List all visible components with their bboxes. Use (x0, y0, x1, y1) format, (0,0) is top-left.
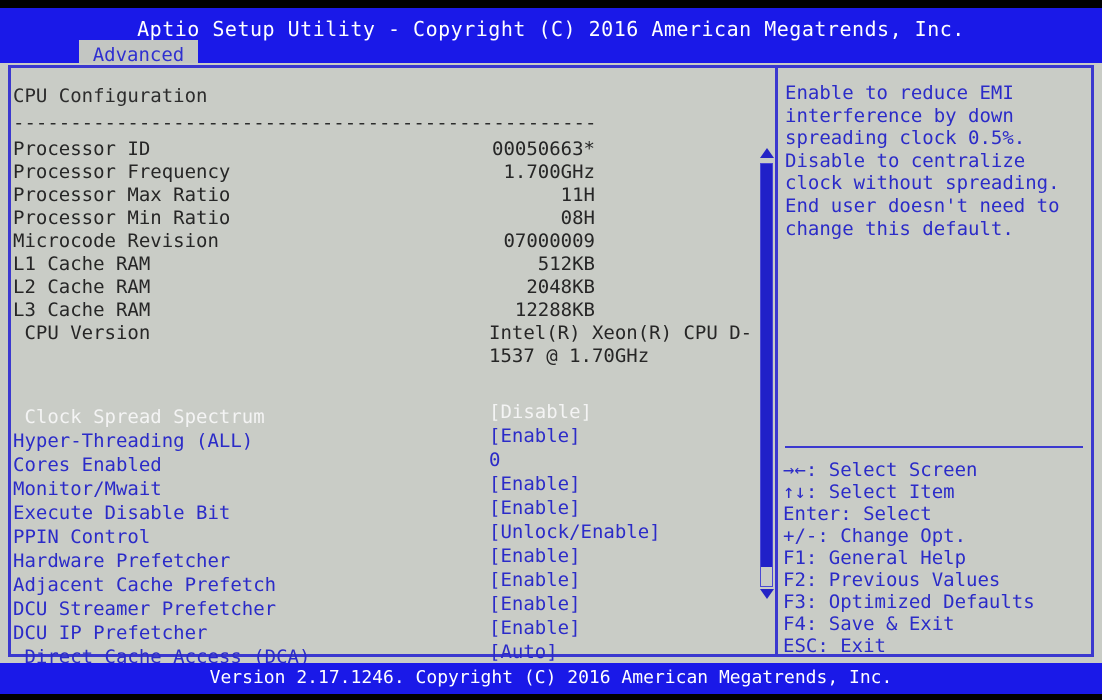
main-pane: CPU Configuration ----------------------… (11, 68, 753, 668)
info-row-value: 00050663* (492, 138, 595, 160)
setting-row-label: Hardware Prefetcher (13, 550, 231, 572)
scroll-down-arrow-icon[interactable] (760, 589, 774, 599)
cpu-version-value: 1537 @ 1.70GHz (489, 345, 650, 367)
setting-row-label: Clock Spread Spectrum (13, 406, 265, 428)
setting-row-value[interactable]: [Enable] (489, 617, 749, 639)
setting-row-value[interactable]: [Enable] (489, 569, 749, 591)
info-row: L1 Cache RAM 512KB (11, 253, 751, 276)
info-row-label: Processor Frequency (13, 161, 231, 183)
info-row-value: 11H (560, 184, 595, 206)
info-row-value: 2048KB (526, 276, 595, 298)
setting-row-value[interactable]: [Auto] (489, 641, 749, 663)
vertical-scrollbar[interactable] (757, 68, 775, 654)
setting-row-value[interactable]: [Enable] (489, 497, 749, 519)
setup-body: CPU Configuration ----------------------… (0, 63, 1102, 668)
setting-row-label: Hyper-Threading (ALL) (13, 430, 254, 452)
help-divider (785, 446, 1083, 448)
info-row: Processor Frequency 1.700GHz (11, 161, 751, 184)
frame-border-right (1091, 65, 1094, 657)
status-bar: Version 2.17.1246. Copyright (C) 2016 Am… (0, 663, 1102, 694)
info-row: Microcode Revision 07000009 (11, 230, 751, 253)
key-legend-item: Enter: Select (783, 503, 932, 525)
info-row-label: L2 Cache RAM (13, 276, 151, 298)
page-title: CPU Configuration (13, 85, 208, 107)
setting-row-value[interactable]: [Enable] (489, 545, 749, 567)
info-row-label: L3 Cache RAM (13, 299, 151, 321)
info-row: L2 Cache RAM 2048KB (11, 276, 751, 299)
setting-row-value[interactable]: 0 (489, 449, 749, 471)
key-legend-item: F2: Previous Values (783, 569, 1001, 591)
version-text: Version 2.17.1246. Copyright (C) 2016 Am… (209, 667, 893, 688)
key-legend-item: F4: Save & Exit (783, 613, 955, 635)
bios-screen: Aptio Setup Utility - Copyright (C) 2016… (0, 0, 1102, 700)
setting-row-value[interactable]: [Enable] (489, 425, 749, 447)
scroll-up-arrow-icon[interactable] (760, 148, 774, 158)
help-description: Enable to reduce EMI interference by dow… (785, 82, 1071, 240)
setting-row-label: Cores Enabled (13, 454, 162, 476)
key-legend-item: +/-: Change Opt. (783, 525, 967, 547)
info-row-value: 512KB (537, 253, 595, 275)
pane-divider (775, 68, 778, 654)
info-row-label: L1 Cache RAM (13, 253, 151, 275)
setting-row-label: PPIN Control (13, 526, 151, 548)
setting-row-label: Adjacent Cache Prefetch (13, 574, 277, 596)
info-row-label: Processor ID (13, 138, 151, 160)
info-row-label: Processor Max Ratio (13, 184, 231, 206)
setting-row-value[interactable]: [Unlock/Enable] (489, 521, 749, 543)
key-legend: →←: Select Screen ↑↓: Select Item Enter: S… (783, 459, 1087, 657)
setting-row-value[interactable]: [Disable] (489, 401, 749, 423)
app-title: Aptio Setup Utility - Copyright (C) 2016… (137, 17, 965, 41)
setting-row-label: DCU Streamer Prefetcher (13, 598, 277, 620)
info-row: L3 Cache RAM 12288KB (11, 299, 751, 322)
info-row-value: 12288KB (514, 299, 595, 321)
setting-row-value[interactable]: [Enable] (489, 593, 749, 615)
key-legend-item: F3: Optimized Defaults (783, 591, 1035, 613)
key-legend-item: ESC: Exit (783, 635, 886, 657)
setting-row-label: Execute Disable Bit (13, 502, 231, 524)
info-row-value: 08H (560, 207, 595, 229)
info-row-label: Processor Min Ratio (13, 207, 231, 229)
info-row: Processor ID 00050663* (11, 138, 751, 161)
setting-row-label: DCU IP Prefetcher (13, 622, 208, 644)
title-bar: Aptio Setup Utility - Copyright (C) 2016… (0, 8, 1102, 71)
setting-row-label: Monitor/Mwait (13, 478, 162, 500)
info-row-label: CPU Version (13, 322, 151, 344)
scrollbar-thumb[interactable] (761, 164, 772, 567)
key-legend-item: F1: General Help (783, 547, 967, 569)
key-legend-item: →←: Select Screen (783, 459, 978, 481)
info-row-value: 1.700GHz (503, 161, 595, 183)
info-row-label: Microcode Revision (13, 230, 219, 252)
info-row-value: 07000009 (503, 230, 595, 252)
section-rule: ----------------------------------------… (13, 112, 597, 134)
setting-row-value[interactable]: [Enable] (489, 473, 749, 495)
info-row: Processor Max Ratio 11H (11, 184, 751, 207)
key-legend-item: ↑↓: Select Item (783, 481, 955, 503)
info-row: Processor Min Ratio 08H (11, 207, 751, 230)
cpu-version-value: Intel(R) Xeon(R) CPU D- (489, 322, 753, 344)
help-pane: Enable to reduce EMI interference by dow… (781, 68, 1089, 657)
